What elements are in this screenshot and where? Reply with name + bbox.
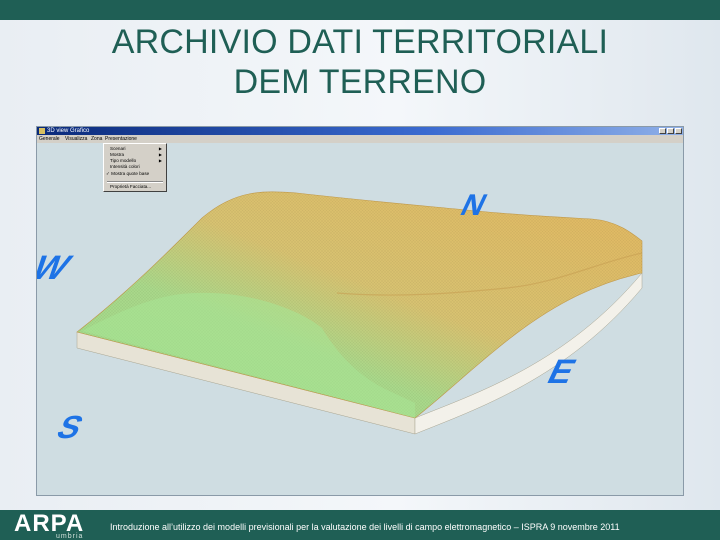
slide-title: ARCHIVIO DATI TERRITORIALI DEM TERRENO [0,22,720,102]
minimize-button[interactable] [659,128,666,134]
header-bar [0,0,720,20]
footer-bar: ARPA umbria Introduzione all’utilizzo de… [0,510,720,540]
window-titlebar[interactable]: 3D view Grafico [37,127,683,135]
window-title: 3D view Grafico [47,128,90,134]
submenu-arrow-icon: ▶ [158,158,162,163]
menu-option-checked[interactable]: ✓ Mostra quote base [106,171,149,177]
compass-west: W [37,248,79,286]
menu-zona[interactable]: Zona [91,135,102,143]
menu-separator [107,181,163,183]
menu-bar: Generale Visualizza Zona Presentazione [37,135,683,143]
menu-visualizza[interactable]: Visualizza [65,135,87,143]
maximize-button[interactable] [667,128,674,134]
title-line-2: DEM TERRENO [233,63,487,101]
footer-text: Introduzione all’utilizzo dei modelli pr… [110,522,620,532]
arpa-logo-sub: umbria [56,533,84,540]
app-icon [39,128,45,134]
title-line-1: ARCHIVIO DATI TERRITORIALI [111,23,609,61]
app-window: 3D view Grafico Generale Visualizza Zona… [36,126,684,496]
menu-presentazione[interactable]: Presentazione [105,135,137,143]
menu-option[interactable]: Proprietà Facciata... [110,184,151,190]
presentazione-menu: Scenari ▶ Mostra ▶ Tipo modello ▶ Intens… [103,143,167,192]
close-button[interactable] [675,128,682,134]
compass-south: S [51,410,89,445]
terrain-3d-view[interactable]: N W S E [37,143,683,495]
menu-option[interactable]: Intensità colori [110,164,140,170]
menu-generale[interactable]: Generale [39,135,60,143]
